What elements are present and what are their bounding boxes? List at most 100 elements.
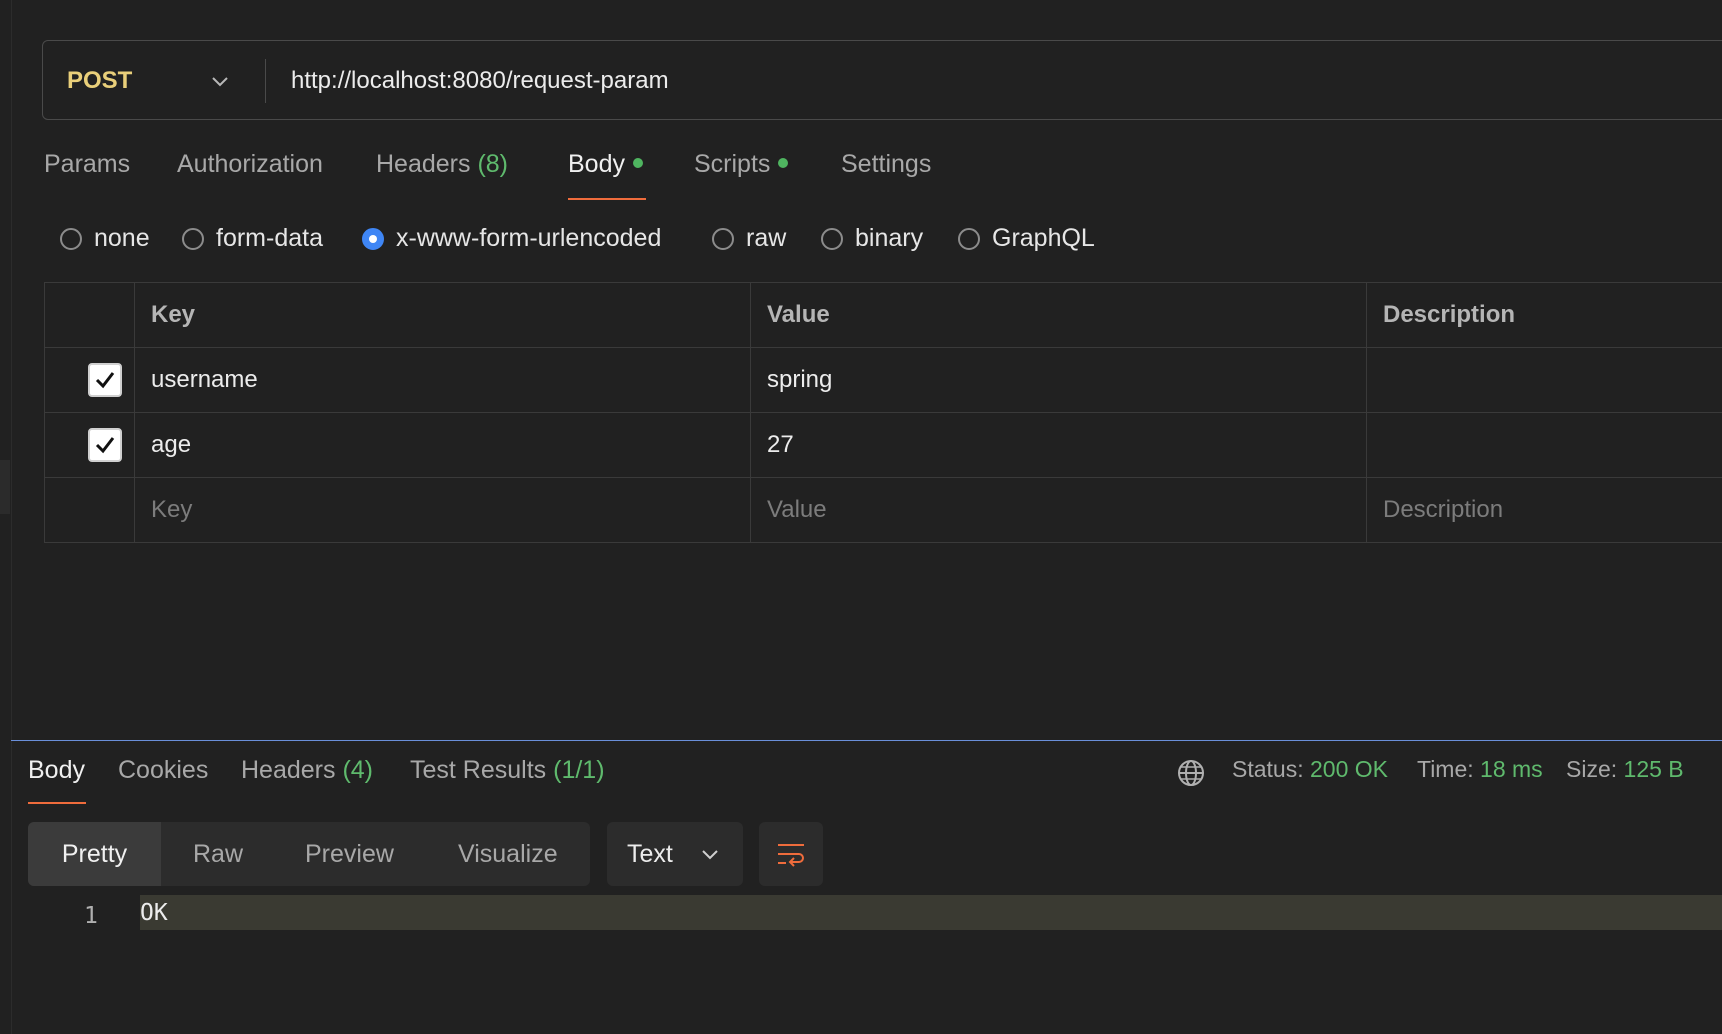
tab-label: Body xyxy=(568,150,625,178)
radio-label: binary xyxy=(855,224,924,252)
wrap-lines-icon xyxy=(778,844,804,867)
new-value-input[interactable]: Value xyxy=(750,477,1367,543)
radio-graphql[interactable]: GraphQL xyxy=(958,224,1095,253)
view-preview[interactable]: Preview xyxy=(305,822,394,886)
active-response-tab-underline xyxy=(28,802,86,804)
view-visualize[interactable]: Visualize xyxy=(458,822,558,886)
chevron-down-icon[interactable] xyxy=(209,70,231,92)
tab-label: Cookies xyxy=(118,756,209,784)
response-view-switcher: Pretty Raw Preview Visualize xyxy=(28,822,590,886)
left-sidebar-edge xyxy=(0,0,12,1034)
active-tab-underline xyxy=(568,198,646,200)
description-cell[interactable] xyxy=(1366,412,1722,478)
value-cell[interactable]: 27 xyxy=(750,412,1367,478)
url-input[interactable]: http://localhost:8080/request-param xyxy=(291,41,669,121)
radio-label: x-www-form-urlencoded xyxy=(396,224,662,252)
view-raw[interactable]: Raw xyxy=(193,822,243,886)
radio-circle[interactable] xyxy=(60,227,82,250)
table-row: age 27 xyxy=(44,412,1722,478)
radio-label: none xyxy=(94,224,150,252)
value-cell[interactable]: spring xyxy=(750,347,1367,413)
check-icon xyxy=(95,372,114,389)
row-enabled-checkbox[interactable] xyxy=(87,428,122,462)
response-tab-cookies[interactable]: Cookies xyxy=(118,756,208,785)
url-divider xyxy=(265,59,266,103)
radio-circle-selected[interactable] xyxy=(362,227,384,250)
tab-label: Settings xyxy=(841,150,932,178)
description-column-header: Description xyxy=(1366,282,1722,348)
row-checkbox-cell xyxy=(44,412,135,478)
value-column-header: Value xyxy=(750,282,1367,348)
size-value[interactable]: 125 B xyxy=(1624,756,1684,782)
table-row-new: Key Value Description xyxy=(44,477,1722,543)
tab-label: Headers xyxy=(376,150,471,178)
response-body-content[interactable]: OK xyxy=(140,898,168,928)
status-label: Status: xyxy=(1232,756,1304,782)
tab-label: Scripts xyxy=(694,150,771,178)
radio-none[interactable]: none xyxy=(60,224,150,253)
method-select[interactable]: POST xyxy=(67,41,132,121)
radio-circle[interactable] xyxy=(958,227,980,250)
key-cell[interactable]: age xyxy=(134,412,751,478)
check-icon xyxy=(95,437,114,454)
view-pretty[interactable]: Pretty xyxy=(28,822,161,886)
tab-count: (4) xyxy=(342,756,374,784)
key-cell[interactable]: username xyxy=(134,347,751,413)
row-checkbox-cell xyxy=(44,347,135,413)
tab-scripts[interactable]: Scripts xyxy=(694,150,789,179)
table-row: username spring xyxy=(44,347,1722,413)
response-status: Status: 200 OK xyxy=(1232,756,1388,792)
response-format-select[interactable]: Text xyxy=(607,822,743,886)
chevron-down-icon xyxy=(702,850,718,860)
radio-circle[interactable] xyxy=(712,227,734,250)
response-tab-body[interactable]: Body xyxy=(28,756,85,785)
body-indicator-dot xyxy=(632,158,643,169)
line-number: 1 xyxy=(84,903,98,929)
time-value[interactable]: 18 ms xyxy=(1480,756,1543,782)
tab-count: (1/1) xyxy=(553,756,605,784)
new-description-input[interactable]: Description xyxy=(1366,477,1722,543)
urlencoded-params-table: Key Value Description username spring ag… xyxy=(44,282,1722,543)
tab-params[interactable]: Params xyxy=(44,150,130,179)
key-column-header: Key xyxy=(134,282,751,348)
row-enabled-checkbox[interactable] xyxy=(87,363,122,397)
table-header-row: Key Value Description xyxy=(44,282,1722,348)
size-label: Size: xyxy=(1566,756,1618,782)
tab-settings[interactable]: Settings xyxy=(841,150,931,179)
tab-authorization[interactable]: Authorization xyxy=(177,150,323,179)
globe-icon[interactable] xyxy=(1176,758,1206,788)
format-select-value: Text xyxy=(627,840,673,868)
response-time: Time: 18 ms xyxy=(1417,756,1543,792)
tab-label: Body xyxy=(28,756,85,784)
response-tab-headers[interactable]: Headers (4) xyxy=(241,756,373,785)
radio-label: form-data xyxy=(216,224,323,252)
tab-label: Headers xyxy=(241,756,336,784)
radio-label: raw xyxy=(746,224,787,252)
radio-raw[interactable]: raw xyxy=(712,224,786,253)
new-key-input[interactable]: Key xyxy=(134,477,751,543)
radio-x-www-form-urlencoded[interactable]: x-www-form-urlencoded xyxy=(362,224,661,253)
tab-body[interactable]: Body xyxy=(568,150,643,179)
radio-form-data[interactable]: form-data xyxy=(182,224,323,253)
response-pane-divider[interactable] xyxy=(11,740,1722,741)
response-tab-test-results[interactable]: Test Results (1/1) xyxy=(410,756,605,785)
code-line-highlight xyxy=(140,895,1722,930)
radio-circle[interactable] xyxy=(821,227,843,250)
tab-headers[interactable]: Headers (8) xyxy=(376,150,508,179)
request-url-bar: POST http://localhost:8080/request-param xyxy=(42,40,1722,120)
checkbox-column-header xyxy=(44,282,135,348)
scripts-indicator-dot xyxy=(778,158,789,169)
sidebar-resize-handle[interactable] xyxy=(0,460,10,514)
tab-label: Authorization xyxy=(177,150,323,178)
radio-binary[interactable]: binary xyxy=(821,224,923,253)
time-label: Time: xyxy=(1417,756,1474,782)
tab-label: Test Results xyxy=(410,756,547,784)
description-cell[interactable] xyxy=(1366,347,1722,413)
wrap-lines-button[interactable] xyxy=(759,822,823,886)
status-value[interactable]: 200 OK xyxy=(1310,756,1388,782)
response-size: Size: 125 B xyxy=(1566,756,1684,792)
empty-checkbox-cell xyxy=(44,477,135,543)
tab-count: (8) xyxy=(477,150,509,178)
radio-label: GraphQL xyxy=(992,224,1095,252)
radio-circle[interactable] xyxy=(182,227,204,250)
